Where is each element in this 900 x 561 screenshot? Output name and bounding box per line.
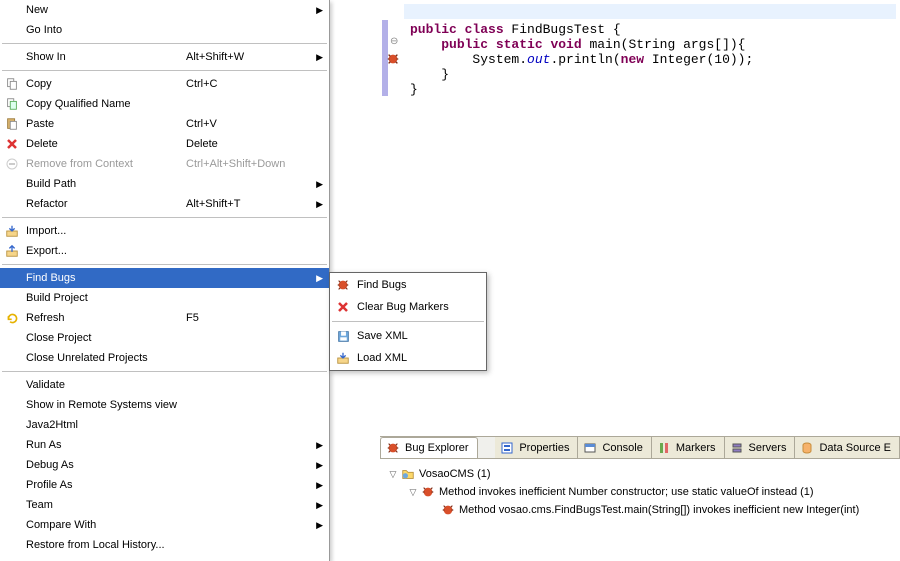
submenu-arrow-icon: ▶ [316,500,323,511]
bug-icon [335,277,351,293]
import-icon [4,223,20,239]
load-icon [335,350,351,366]
menu-delete[interactable]: Delete Delete [0,134,329,154]
bug-explorer-tree[interactable]: ▽ VosaoCMS (1) ▽ Method invokes ineffici… [380,459,900,525]
paste-icon [4,116,20,132]
bottom-panel: Bug Explorer Properties Console Markers … [380,436,900,561]
menu-refactor[interactable]: Refactor Alt+Shift+T ▶ [0,194,329,214]
code-content[interactable]: public class FindBugsTest { public stati… [410,22,753,97]
clear-icon [335,299,351,315]
tab-servers[interactable]: Servers [725,437,796,459]
markers-icon [656,440,672,456]
menu-find-bugs[interactable]: Find Bugs ▶ [0,268,329,288]
find-bugs-submenu: Find Bugs Clear Bug Markers Save XML Loa… [329,272,487,371]
menu-compare-with[interactable]: Compare With ▶ [0,515,329,535]
collapse-icon[interactable]: ⊖ [390,36,398,47]
bug-icon [385,440,401,456]
submenu-clear-markers[interactable]: Clear Bug Markers [331,296,485,318]
tab-properties[interactable]: Properties [495,437,578,459]
submenu-find-bugs[interactable]: Find Bugs [331,274,485,296]
console-icon [582,440,598,456]
submenu-arrow-icon: ▶ [316,5,323,16]
menu-team[interactable]: Team ▶ [0,495,329,515]
menu-debug-as[interactable]: Debug As ▶ [0,455,329,475]
menu-java2html[interactable]: Java2Html [0,415,329,435]
submenu-arrow-icon: ▶ [316,52,323,63]
delete-icon [4,136,20,152]
submenu-arrow-icon: ▶ [316,520,323,531]
menu-show-in[interactable]: Show In Alt+Shift+W ▶ [0,47,329,67]
tab-console[interactable]: Console [578,437,651,459]
submenu-arrow-icon: ▶ [316,460,323,471]
menu-restore-history[interactable]: Restore from Local History... [0,535,329,555]
remove-context-icon [4,156,20,172]
bug-category-icon [420,484,436,500]
menu-separator [332,321,484,322]
tab-markers[interactable]: Markers [652,437,725,459]
tab-data-source[interactable]: Data Source E [795,437,900,459]
export-icon [4,243,20,259]
menu-copy-qualified[interactable]: Copy Qualified Name [0,94,329,114]
submenu-arrow-icon: ▶ [316,179,323,190]
menu-build-project[interactable]: Build Project [0,288,329,308]
save-icon [335,328,351,344]
menu-copy[interactable]: Copy Ctrl+C [0,74,329,94]
datasource-icon [799,440,815,456]
menu-close-project[interactable]: Close Project [0,328,329,348]
submenu-arrow-icon: ▶ [316,273,323,284]
expand-icon[interactable]: ▽ [388,469,398,480]
submenu-arrow-icon: ▶ [316,480,323,491]
view-tab-bar: Bug Explorer Properties Console Markers … [380,437,900,459]
properties-icon [499,440,515,456]
menu-run-as[interactable]: Run As ▶ [0,435,329,455]
menu-close-unrelated[interactable]: Close Unrelated Projects [0,348,329,368]
bug-instance-icon [440,502,456,518]
context-menu: New ▶ Go Into Show In Alt+Shift+W ▶ Copy… [0,0,330,561]
submenu-arrow-icon: ▶ [316,440,323,451]
blank-icon [4,2,20,18]
expand-icon[interactable]: ▽ [408,487,418,498]
copy-qualified-icon [4,96,20,112]
menu-go-into[interactable]: Go Into [0,20,329,40]
menu-separator [2,43,327,44]
submenu-load-xml[interactable]: Load XML [331,347,485,369]
refresh-icon [4,310,20,326]
tree-rule-row[interactable]: ▽ Method invokes inefficient Number cons… [384,483,896,501]
tree-project-row[interactable]: ▽ VosaoCMS (1) [384,465,896,483]
project-icon [400,466,416,482]
menu-show-remote[interactable]: Show in Remote Systems view [0,395,329,415]
menu-profile-as[interactable]: Profile As ▶ [0,475,329,495]
submenu-arrow-icon: ▶ [316,199,323,210]
tree-instance-row[interactable]: Method vosao.cms.FindBugsTest.main(Strin… [384,501,896,519]
menu-refresh[interactable]: Refresh F5 [0,308,329,328]
current-line-highlight [380,4,896,19]
menu-remove-context: Remove from Context Ctrl+Alt+Shift+Down [0,154,329,174]
menu-validate[interactable]: Validate [0,375,329,395]
tab-bug-explorer[interactable]: Bug Explorer [380,437,478,459]
copy-icon [4,76,20,92]
servers-icon [729,440,745,456]
menu-export[interactable]: Export... [0,241,329,261]
submenu-save-xml[interactable]: Save XML [331,325,485,347]
menu-build-path[interactable]: Build Path ▶ [0,174,329,194]
menu-separator [2,217,327,218]
menu-separator [2,70,327,71]
menu-separator [2,371,327,372]
bug-marker-icon[interactable] [386,52,400,69]
menu-separator [2,264,327,265]
menu-paste[interactable]: Paste Ctrl+V [0,114,329,134]
menu-import[interactable]: Import... [0,221,329,241]
menu-new[interactable]: New ▶ [0,0,329,20]
